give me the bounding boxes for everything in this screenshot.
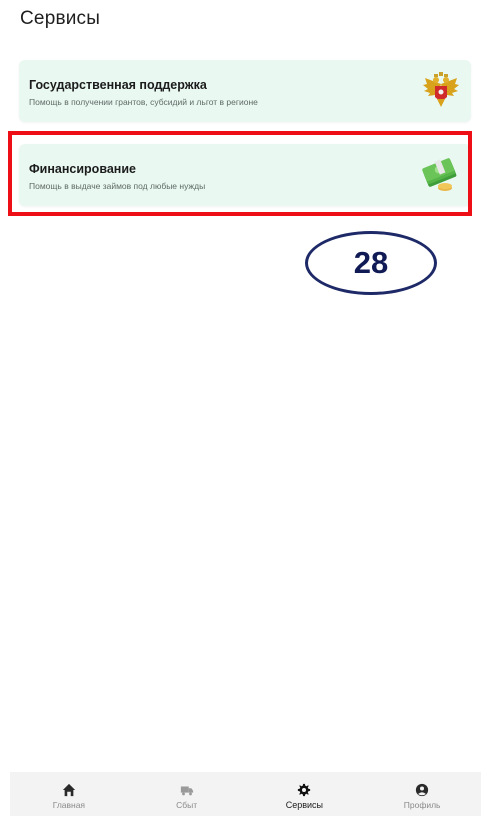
step-number-badge: 28 (305, 231, 437, 295)
nav-item-services[interactable]: Сервисы (246, 772, 364, 816)
nav-label: Сервисы (285, 800, 324, 810)
page-title: Сервисы (20, 8, 101, 29)
gear-icon (298, 783, 311, 797)
truck-icon (180, 786, 193, 796)
home-icon (62, 783, 75, 797)
nav-item-profile[interactable]: Профиль (363, 772, 481, 816)
profile-icon (416, 783, 429, 797)
nav-label: Сбыт (176, 800, 198, 810)
highlight-box (8, 131, 472, 216)
card-subtitle: Помощь в получении грантов, субсидий и л… (29, 97, 258, 107)
nav-item-sales[interactable]: Сбыт (128, 772, 246, 816)
card-title: Государственная поддержка (29, 78, 207, 92)
nav-item-home[interactable]: Главная (10, 772, 128, 816)
service-card-state-support[interactable]: Государственная поддержка Помощь в получ… (19, 60, 471, 122)
nav-label: Главная (52, 800, 86, 810)
nav-label: Профиль (403, 800, 441, 810)
coat-of-arms-icon (423, 72, 459, 107)
bottom-nav: Главная Сбыт Сервисы Профиль (10, 772, 481, 816)
